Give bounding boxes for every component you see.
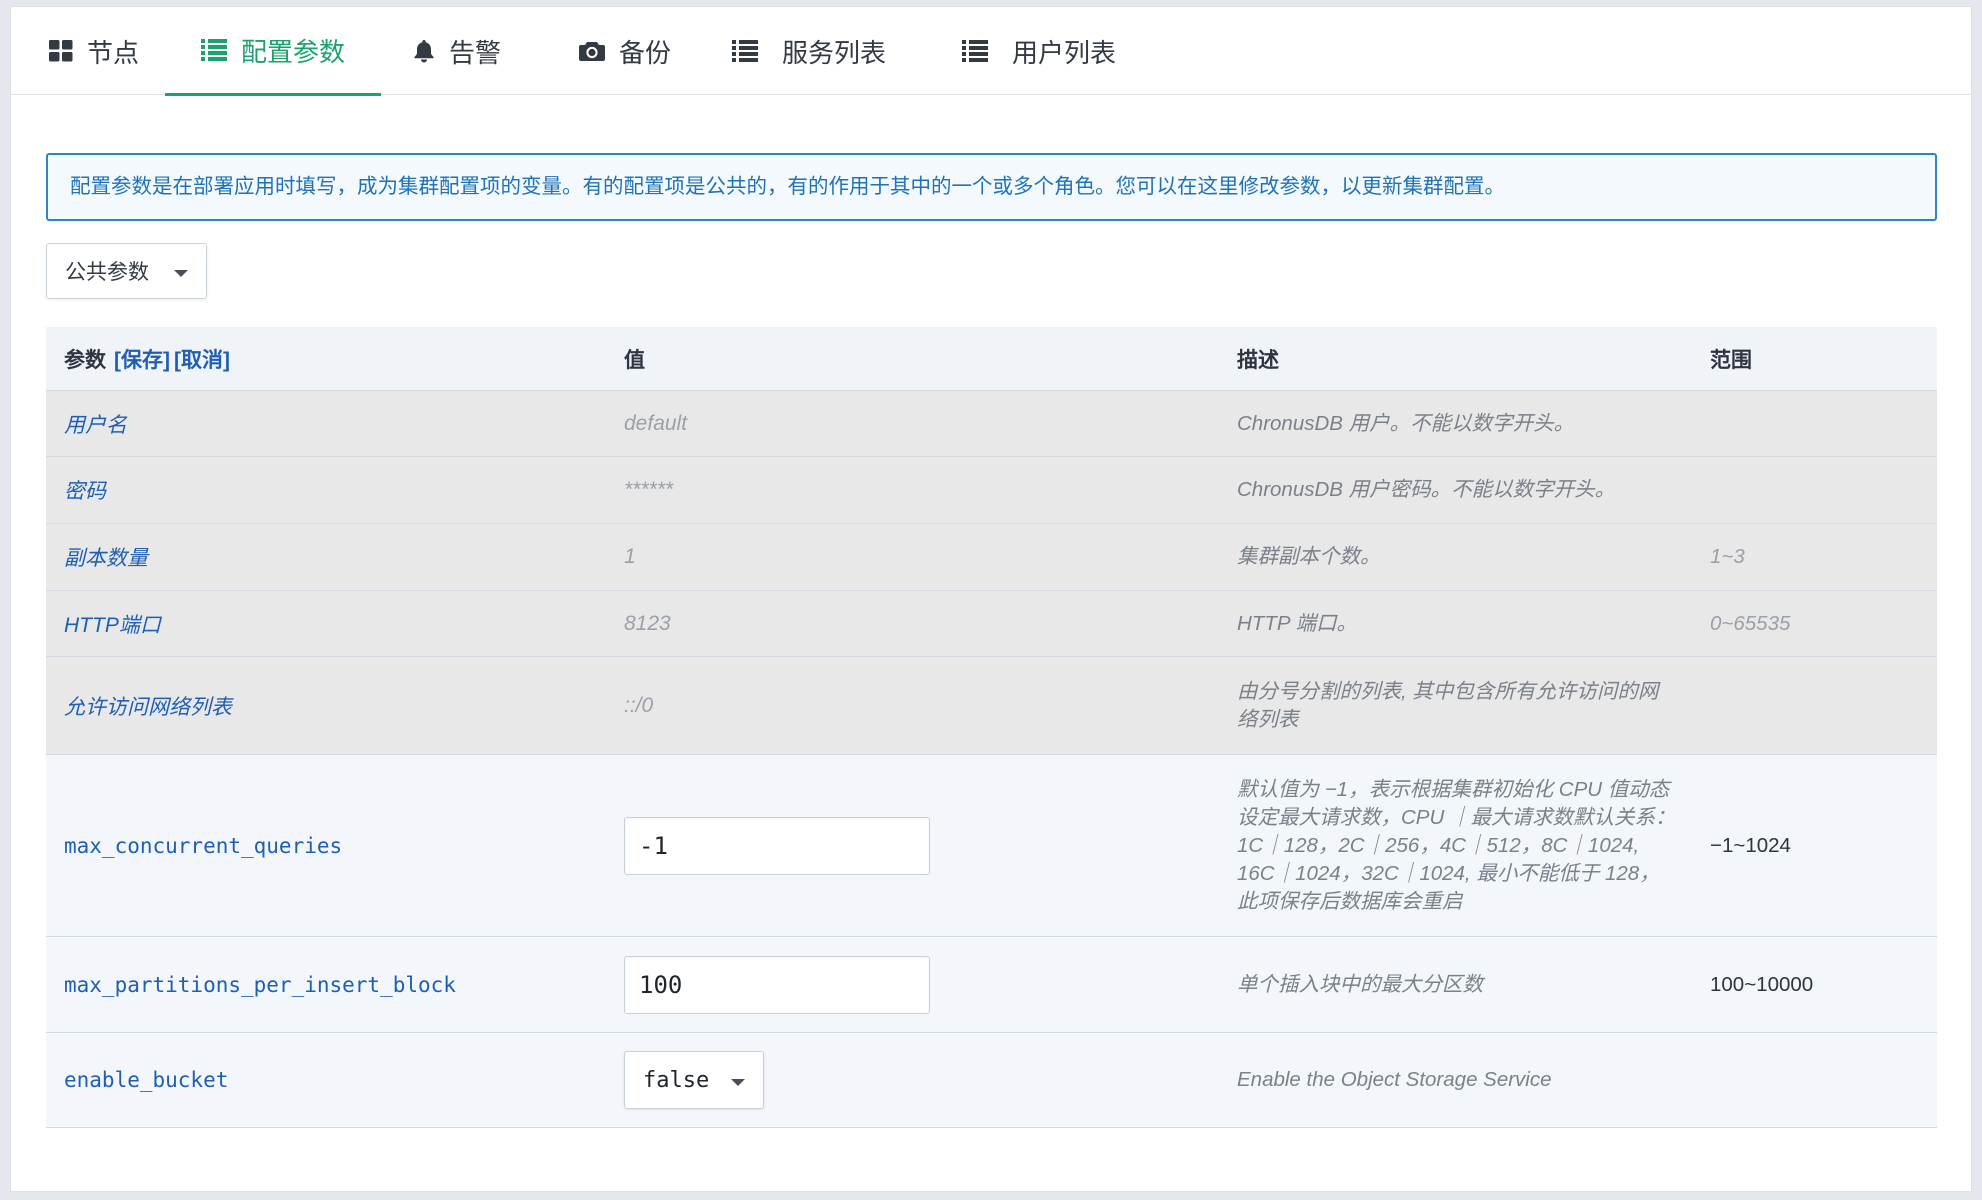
camera-icon: [578, 40, 605, 62]
param-value: ******: [624, 478, 674, 501]
param-name: max_concurrent_queries: [64, 833, 343, 858]
param-header: 参数 [保存] [取消]: [64, 327, 584, 390]
table-header: 参数 [保存] [取消] 值 描述 范围: [46, 327, 1937, 391]
param-header-label: 参数: [64, 348, 106, 372]
table-row: HTTP端口 8123 HTTP 端口。 0~65535: [46, 591, 1937, 657]
enable-bucket-select[interactable]: false: [624, 1051, 764, 1109]
info-alert: 配置参数是在部署应用时填写，成为集群配置项的变量。有的配置项是公共的，有的作用于…: [46, 153, 1937, 221]
bell-icon: [413, 39, 435, 63]
table-row: 允许访问网络列表 ::/0 由分号分割的列表, 其中包含所有允许访问的网络列表: [46, 657, 1937, 755]
param-range: −1~1024: [1710, 833, 1791, 857]
enable-bucket-selected: false: [643, 1067, 710, 1093]
table-row: max_partitions_per_insert_block 100 单个插入…: [46, 937, 1937, 1033]
table-row: max_concurrent_queries -1 默认值为 −1，表示根据集群…: [46, 755, 1937, 937]
param-value: default: [624, 411, 688, 435]
cancel-link[interactable]: [取消]: [174, 344, 230, 374]
param-range: 1~3: [1710, 545, 1745, 568]
tab-label: 备份: [618, 37, 671, 68]
param-value: 8123: [624, 611, 671, 635]
list-icon: [961, 40, 988, 62]
tab-alerts[interactable]: 告警: [403, 7, 511, 95]
param-value: 1: [624, 545, 636, 568]
param-name: enable_bucket: [64, 1068, 229, 1092]
tab-label: 配置参数: [240, 36, 345, 67]
param-description: 默认值为 −1，表示根据集群初始化 CPU 值动态设定最大请求数，CPU ｜最大…: [1237, 777, 1676, 913]
param-name: 密码: [64, 480, 106, 503]
param-description: 由分号分割的列表, 其中包含所有允许访问的网络列表: [1237, 679, 1659, 731]
param-scope-selected: 公共参数: [65, 261, 149, 284]
param-name: 用户名: [64, 413, 127, 437]
tab-nodes[interactable]: 节点: [39, 7, 149, 95]
param-name: max_partitions_per_insert_block: [64, 972, 456, 997]
max-partitions-input[interactable]: 100: [624, 955, 930, 1014]
param-name: 副本数量: [64, 547, 148, 570]
param-range: 0~65535: [1710, 611, 1791, 635]
param-description: 集群副本个数。: [1237, 545, 1381, 568]
tab-config-params[interactable]: 配置参数: [165, 7, 381, 96]
value-header: 值: [624, 348, 645, 372]
tab-label: 服务列表: [781, 37, 886, 68]
list-icon: [200, 39, 227, 61]
param-range: 100~10000: [1710, 972, 1814, 996]
tab-user-list[interactable]: 用户列表: [949, 7, 1129, 95]
range-header: 范围: [1710, 348, 1752, 372]
param-value: ::/0: [624, 693, 654, 717]
param-name: HTTP端口: [64, 613, 161, 637]
table-row: 密码 ****** ChronusDB 用户密码。不能以数字开头。: [46, 457, 1937, 524]
param-description: Enable the Object Storage Service: [1237, 1068, 1552, 1091]
param-description: ChronusDB 用户。不能以数字开头。: [1237, 411, 1575, 435]
table-row: 用户名 default ChronusDB 用户。不能以数字开头。: [46, 391, 1937, 457]
tab-service-list[interactable]: 服务列表: [719, 7, 899, 95]
param-description: HTTP 端口。: [1237, 611, 1357, 635]
tab-label: 用户列表: [1011, 37, 1116, 68]
param-scope-dropdown[interactable]: 公共参数: [46, 243, 207, 299]
list-icon: [731, 40, 758, 62]
params-table: 参数 [保存] [取消] 值 描述 范围 用户名 default Chronus…: [46, 327, 1937, 1128]
caret-down-icon: [174, 270, 188, 277]
table-row: 副本数量 1 集群副本个数。 1~3: [46, 524, 1937, 591]
tab-label: 节点: [86, 37, 139, 68]
save-link[interactable]: [保存]: [114, 344, 170, 374]
max-concurrent-queries-input[interactable]: -1: [624, 816, 930, 875]
tab-backup[interactable]: 备份: [559, 7, 691, 95]
tab-label: 告警: [448, 37, 501, 68]
caret-down-icon: [731, 1079, 745, 1086]
config-panel: 节点 配置参数 告警 备份 服务列表 用户列表 配置参数是在部署应用时填写，成为…: [10, 6, 1972, 1192]
param-description: 单个插入块中的最大分区数: [1237, 972, 1483, 996]
grid-icon: [48, 40, 73, 62]
tab-bar: 节点 配置参数 告警 备份 服务列表 用户列表: [11, 7, 1971, 96]
param-description: ChronusDB 用户密码。不能以数字开头。: [1237, 478, 1616, 501]
description-header: 描述: [1237, 348, 1279, 372]
table-row: enable_bucket false Enable the Object St…: [46, 1033, 1937, 1128]
param-name: 允许访问网络列表: [64, 695, 232, 719]
